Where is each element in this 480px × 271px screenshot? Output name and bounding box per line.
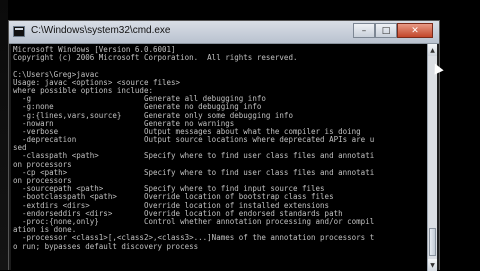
scroll-down-arrow-icon[interactable]: ▼ (428, 259, 437, 271)
scroll-up-arrow-icon[interactable]: ▲ (428, 44, 437, 56)
cmd-app-icon[interactable] (13, 26, 25, 37)
vertical-scrollbar[interactable]: ▲ ▼ (427, 44, 437, 271)
console-line: -cp <path> Specify where to find user cl… (13, 167, 375, 177)
window-title: C:\Windows\system32\cmd.exe (31, 25, 171, 36)
console-line: Copyright (c) 2006 Microsoft Corporation… (13, 53, 298, 63)
console-output[interactable]: Microsoft Windows [Version 6.0.6001] Copy… (11, 44, 429, 271)
maximize-button[interactable]: □ (375, 23, 397, 38)
scroll-thumb[interactable] (429, 228, 436, 256)
title-bar[interactable]: C:\Windows\system32\cmd.exe – □ ✕ (9, 21, 439, 44)
desktop-background (0, 0, 8, 270)
minimize-button[interactable]: – (353, 23, 375, 38)
caption-buttons: – □ ✕ (353, 23, 433, 39)
close-button[interactable]: ✕ (397, 23, 433, 38)
console-line: -deprecation Output source locations whe… (13, 135, 375, 145)
cmd-window[interactable]: C:\Windows\system32\cmd.exe – □ ✕ Micros… (8, 20, 440, 271)
console-line: o run; bypasses default discovery proces… (13, 241, 199, 251)
console-line: -classpath <path> Specify where to find … (13, 151, 375, 161)
